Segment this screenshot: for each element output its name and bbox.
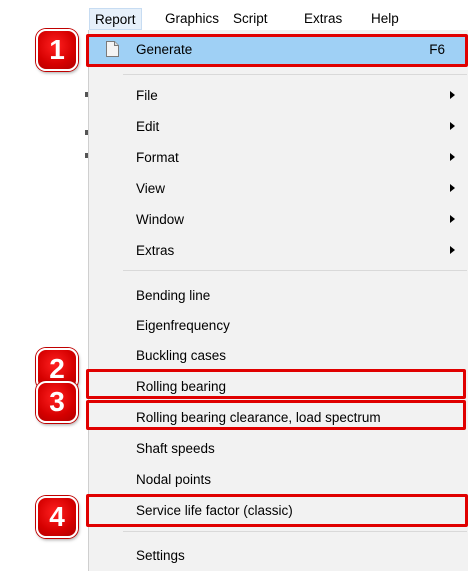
callout-badge-3: 3: [36, 381, 78, 423]
menu-item-label: Format: [136, 150, 179, 165]
menu-item-eigenfrequency[interactable]: Eigenfrequency: [89, 311, 468, 341]
menu-item-label: Extras: [136, 243, 175, 258]
menubar-help[interactable]: Help: [366, 8, 404, 30]
menu-item-file[interactable]: File: [89, 81, 468, 111]
menu-item-settings[interactable]: Settings: [89, 541, 468, 571]
menu-item-shaft-speeds[interactable]: Shaft speeds: [89, 434, 468, 464]
menu-item-nodal-points[interactable]: Nodal points: [89, 465, 468, 495]
menu-item-label: Bending line: [136, 288, 211, 303]
callout-box-2: [86, 369, 466, 399]
menu-item-label: File: [136, 88, 158, 103]
menu-item-extras[interactable]: Extras: [89, 236, 468, 266]
menubar-extras[interactable]: Extras: [299, 8, 347, 30]
menu-item-label: Eigenfrequency: [136, 318, 230, 333]
menu-item-label: Edit: [136, 119, 160, 134]
menu-item-view[interactable]: View: [89, 174, 468, 204]
callout-box-4: [86, 494, 468, 527]
menubar-script[interactable]: Script: [228, 8, 273, 30]
callout-box-1: [86, 34, 468, 67]
menu-item-label: Settings: [136, 548, 185, 563]
menu-separator: [123, 531, 467, 532]
menu-item-label: View: [136, 181, 166, 196]
menubar-report[interactable]: Report: [89, 8, 142, 30]
report-dropdown-menu: Generate F6 File Edit Format View Window…: [88, 30, 468, 571]
callout-badge-1: 1: [36, 29, 78, 71]
menu-item-format[interactable]: Format: [89, 143, 468, 173]
submenu-arrow-icon: [450, 184, 455, 192]
menu-item-bending-line[interactable]: Bending line: [89, 281, 468, 311]
menu-item-label: Buckling cases: [136, 348, 227, 363]
menu-item-window[interactable]: Window: [89, 205, 468, 235]
submenu-arrow-icon: [450, 215, 455, 223]
menu-item-label: Window: [136, 212, 185, 227]
menu-separator: [123, 74, 467, 75]
submenu-arrow-icon: [450, 91, 455, 99]
menu-item-buckling-cases[interactable]: Buckling cases: [89, 341, 468, 371]
menubar-graphics[interactable]: Graphics: [160, 8, 224, 30]
menu-separator: [123, 270, 467, 271]
callout-box-3: [86, 400, 466, 430]
callout-badge-4: 4: [36, 496, 78, 538]
menu-item-label: Shaft speeds: [136, 441, 215, 456]
submenu-arrow-icon: [450, 246, 455, 254]
menu-item-edit[interactable]: Edit: [89, 112, 468, 142]
submenu-arrow-icon: [450, 122, 455, 130]
submenu-arrow-icon: [450, 153, 455, 161]
menu-item-label: Nodal points: [136, 472, 212, 487]
